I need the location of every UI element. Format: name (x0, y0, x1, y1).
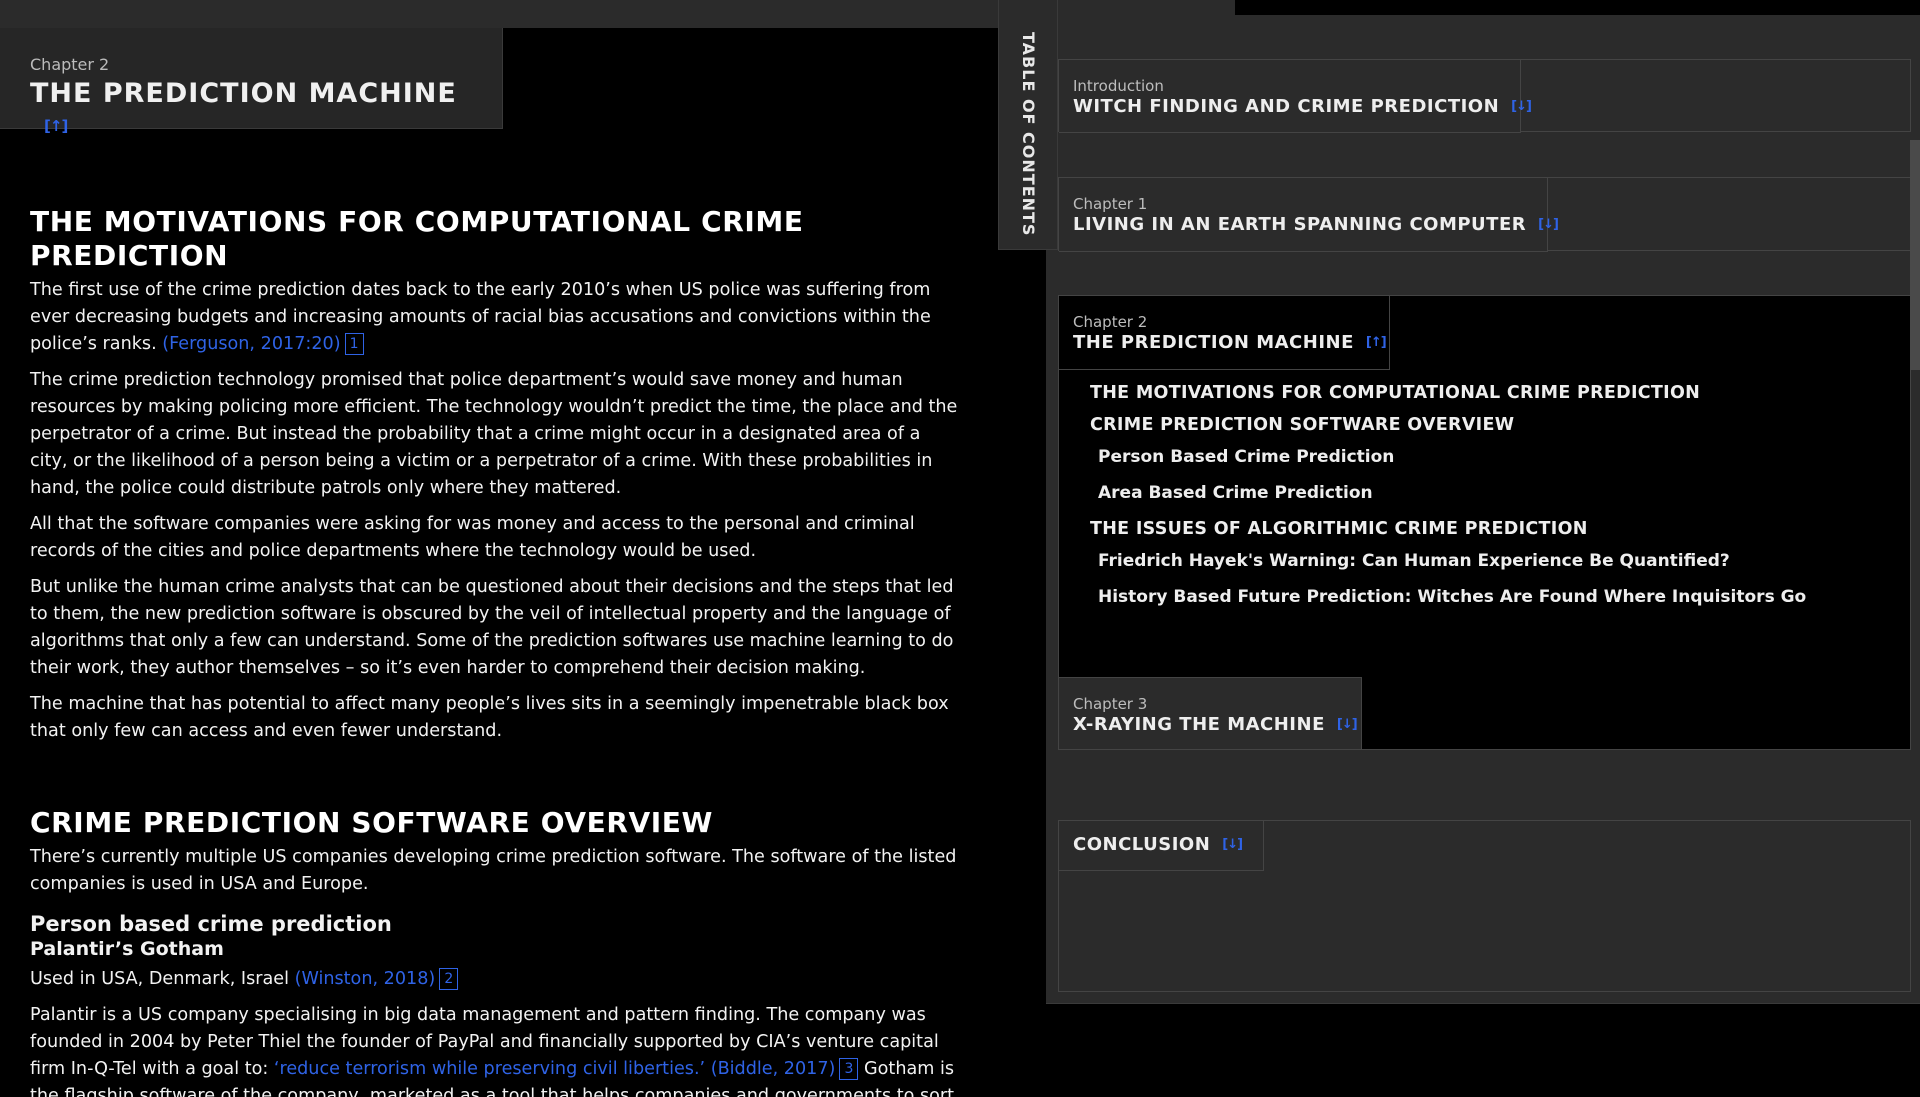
toc-entry-introduction[interactable]: Introduction WITCH FINDING AND CRIME PRE… (1058, 59, 1911, 133)
product-name: Palantir’s Gotham (30, 938, 224, 960)
chapter-header-tab: Chapter 2 THE PREDICTION MACHINE [↑] (0, 28, 503, 135)
toc-chapter-2-subsections: THE MOTIVATIONS FOR COMPUTATIONAL CRIME … (1090, 382, 1890, 622)
footnote-marker[interactable]: 1 (344, 333, 364, 355)
toc-entry-chapter-1[interactable]: Chapter 1 LIVING IN AN EARTH SPANNING CO… (1058, 177, 1911, 252)
section-heading-overview: CRIME PREDICTION SOFTWARE OVERVIEW (30, 806, 714, 839)
toc-entry-kicker: Introduction (1073, 77, 1164, 95)
paragraph: All that the software companies were ask… (30, 514, 915, 561)
article-body: THE MOTIVATIONS FOR COMPUTATIONAL CRIME … (30, 205, 960, 1097)
toc-entry-title: THE PREDICTION MACHINE [↑] (1073, 332, 1387, 353)
paragraph: The crime prediction technology promised… (30, 370, 958, 498)
subheading-person-based: Person based crime prediction (30, 912, 392, 936)
jump-down-icon[interactable]: [↓] (1337, 713, 1358, 737)
chapter-title: THE PREDICTION MACHINE [↑] (30, 78, 502, 140)
paragraph: Palantir is a US company specialising in… (30, 1005, 955, 1097)
toc-label: TABLE OF CONTENTS (1019, 32, 1038, 237)
toc-entry-kicker: Chapter 1 (1073, 195, 1148, 213)
toc-entry-title: LIVING IN AN EARTH SPANNING COMPUTER [↓] (1073, 214, 1559, 235)
jump-down-icon[interactable]: [↓] (1511, 95, 1532, 119)
toc-sub-motivations[interactable]: THE MOTIVATIONS FOR COMPUTATIONAL CRIME … (1090, 382, 1890, 404)
chapter-title-text: THE PREDICTION MACHINE (30, 78, 457, 109)
toc-entry-title: WITCH FINDING AND CRIME PREDICTION [↓] (1073, 96, 1532, 117)
toc-sub-history[interactable]: History Based Future Prediction: Witches… (1098, 586, 1890, 608)
footnote-marker[interactable]: 2 (439, 968, 459, 990)
jump-down-icon[interactable]: [↓] (1222, 833, 1243, 857)
toc-entry-conclusion[interactable]: CONCLUSION [↓] (1058, 820, 1911, 992)
jump-down-icon[interactable]: [↓] (1538, 213, 1559, 237)
toc-scrollbar[interactable] (1910, 140, 1920, 370)
chapter-kicker: Chapter 2 (30, 55, 110, 74)
jump-up-icon[interactable]: [↑] (44, 117, 68, 135)
toc-sub-issues[interactable]: THE ISSUES OF ALGORITHMIC CRIME PREDICTI… (1090, 518, 1890, 540)
article-column: Chapter 2 THE PREDICTION MACHINE [↑] THE… (0, 0, 1000, 1097)
section-heading-motivations: THE MOTIVATIONS FOR COMPUTATIONAL CRIME … (30, 205, 804, 272)
toc-sub-area-based[interactable]: Area Based Crime Prediction (1098, 482, 1890, 504)
quote-citation-link[interactable]: ‘reduce terrorism while preserving civil… (274, 1059, 836, 1079)
paragraph: The first use of the crime prediction da… (30, 280, 931, 355)
toc-entry-chapter-3[interactable]: Chapter 3 X-RAYING THE MACHINE [↓] (1058, 677, 1911, 750)
citation-link[interactable]: (Winston, 2018) (295, 969, 436, 989)
toc-entry-kicker: Chapter 3 (1073, 695, 1148, 713)
paragraph: The machine that has potential to affect… (30, 694, 949, 741)
footnote-marker[interactable]: 3 (839, 1058, 859, 1080)
paragraph: But unlike the human crime analysts that… (30, 577, 954, 678)
toc-sub-overview[interactable]: CRIME PREDICTION SOFTWARE OVERVIEW (1090, 414, 1890, 436)
toc-entry-kicker: Chapter 2 (1073, 313, 1148, 331)
toc-top-bar (1235, 0, 1920, 15)
toc-entry-title: CONCLUSION [↓] (1073, 833, 1243, 857)
paragraph: Used in USA, Denmark, Israel (Winston, 2… (30, 966, 960, 993)
jump-up-icon[interactable]: [↑] (1366, 331, 1387, 355)
toc-sub-person-based[interactable]: Person Based Crime Prediction (1098, 446, 1890, 468)
citation-link[interactable]: (Ferguson, 2017:20) (162, 334, 340, 354)
toc-entry-title: X-RAYING THE MACHINE [↓] (1073, 714, 1358, 735)
toc-toggle-tab[interactable]: TABLE OF CONTENTS (998, 0, 1058, 250)
toc-sub-hayek[interactable]: Friedrich Hayek's Warning: Can Human Exp… (1098, 550, 1890, 572)
paragraph: There’s currently multiple US companies … (30, 847, 957, 894)
